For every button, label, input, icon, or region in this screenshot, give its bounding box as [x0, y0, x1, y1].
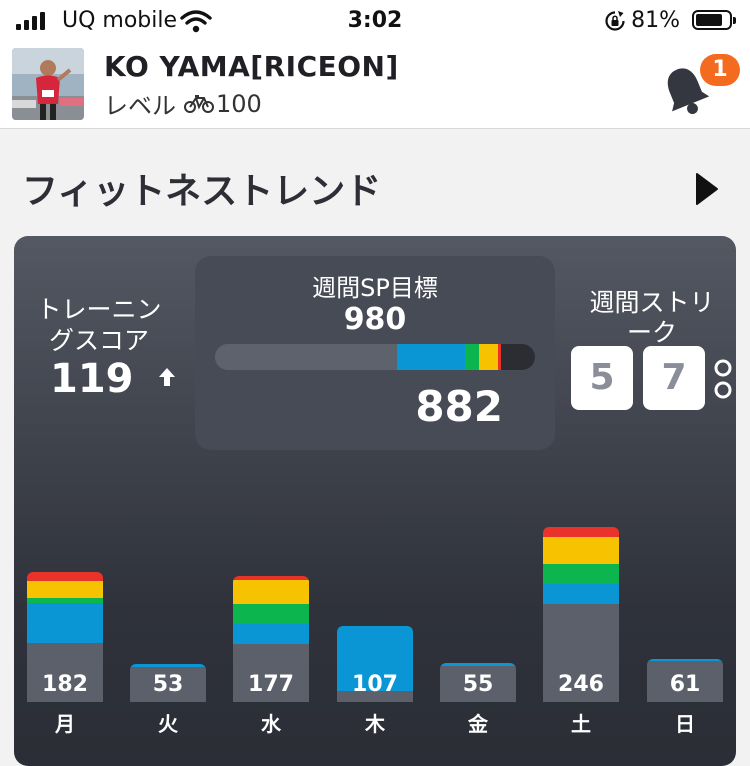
- bar-segment-yellow: [543, 536, 619, 564]
- weekly-goal-panel[interactable]: 週間SP目標 980 882: [195, 256, 555, 450]
- battery-icon: [692, 10, 736, 30]
- play-arrow-icon[interactable]: [694, 172, 720, 206]
- bar-segment-yellow: [27, 580, 103, 599]
- day-label: 火: [158, 712, 178, 736]
- weekly-goal-target: 980: [343, 302, 407, 337]
- bar-segment-blue: [543, 583, 619, 604]
- status-bar: UQ mobile 3:02 81%: [0, 0, 750, 44]
- day-label: 月: [55, 712, 75, 736]
- level-indicator: レベル 100: [104, 86, 262, 121]
- bar-value-label: 182: [42, 672, 88, 697]
- goal-remaining-segment: [499, 344, 535, 370]
- bar-segment-red: [543, 526, 619, 537]
- day-label: 金: [468, 712, 488, 736]
- section-title: フィットネストレンド: [22, 171, 382, 212]
- weekly-goal-label: 週間SP目標: [312, 274, 438, 302]
- streak-digit: 5: [571, 346, 633, 410]
- bar-value-label: 61: [669, 672, 701, 697]
- streak-digit-peek-icon: [714, 359, 732, 399]
- bar-value-label: 55: [462, 672, 494, 697]
- day-label: 日: [675, 712, 695, 736]
- avatar[interactable]: [12, 48, 84, 120]
- bar-segment-green: [233, 603, 309, 624]
- bar-segment-blue: [647, 658, 723, 662]
- bar-segment-red: [233, 575, 309, 581]
- level-label: レベル: [104, 92, 176, 120]
- bar-segment-green: [543, 563, 619, 584]
- weekly-goal-progress-bar: [215, 344, 535, 370]
- battery-percent: 81%: [631, 8, 680, 33]
- goal-progress-segment-green: [464, 344, 479, 370]
- streak-digit: 7: [643, 346, 705, 410]
- bar-segment-red: [27, 572, 103, 581]
- bar-segment-green: [27, 598, 103, 603]
- bar-segment-blue: [440, 662, 516, 667]
- goal-progress-segment-yellow: [479, 344, 499, 370]
- goal-progress-segment-red: [498, 344, 502, 370]
- bar-value-label: 246: [558, 672, 604, 697]
- bar-segment-yellow: [233, 580, 309, 604]
- bar-segment-blue: [130, 664, 206, 668]
- bar-value-label: 53: [152, 672, 184, 697]
- bar-segment-blue: [233, 623, 309, 644]
- trend-up-arrow-icon: [159, 368, 175, 386]
- level-value: 100: [216, 89, 262, 118]
- bar-segment-blue: [27, 603, 103, 643]
- day-label: 木: [365, 712, 385, 736]
- bike-icon: [184, 94, 214, 113]
- bar-value-label: 107: [352, 672, 398, 697]
- profile-header: KO YAMA[RICEON] レベル 100 1: [0, 44, 750, 129]
- notification-badge: 1: [700, 54, 740, 86]
- day-label: 土: [571, 712, 591, 736]
- day-label: 水: [261, 712, 281, 736]
- user-name: KO YAMA[RICEON]: [104, 50, 399, 83]
- goal-progress-segment-gray: [215, 344, 398, 370]
- training-score-label: トレーニン グスコア: [36, 295, 162, 355]
- goal-progress-segment-blue: [397, 344, 465, 370]
- bar-value-label: 177: [248, 672, 294, 697]
- weekly-streak-label: 週間ストリ ーク: [589, 288, 715, 347]
- weekly-goal-current: 882: [415, 382, 503, 431]
- training-score-value: 119: [50, 356, 134, 402]
- rotation-lock-icon: [605, 11, 625, 31]
